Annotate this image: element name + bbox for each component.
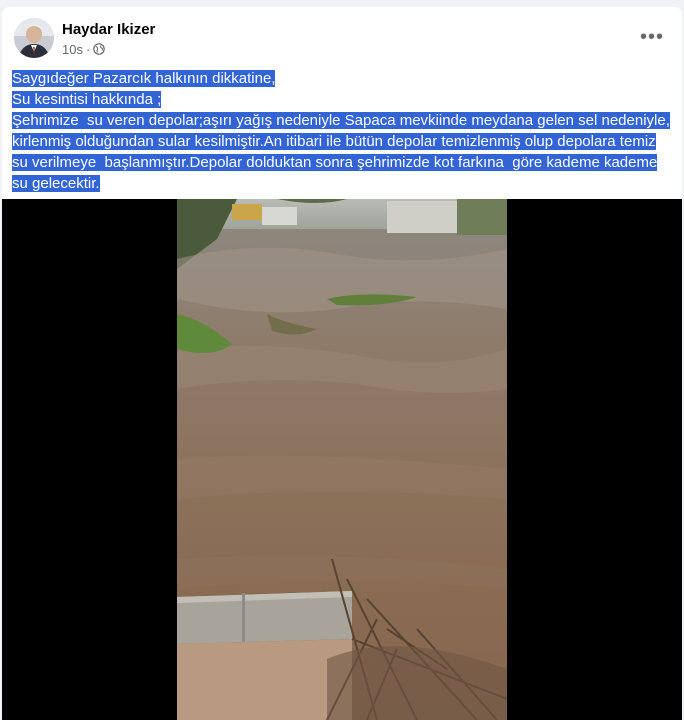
avatar-photo <box>14 18 54 58</box>
meta-separator: · <box>85 41 91 57</box>
post-text-line: su verilmeye başlanmıştır.Depolar dolduk… <box>12 154 658 171</box>
post-text-line: kirlenmiş olduğundan sular kesilmiştir.A… <box>12 133 656 150</box>
post-card: Haydar Ikizer 10s · ••• Saygıdeğer Pazar… <box>2 7 682 720</box>
post-text-line: Şehrimize su veren depolar;aşırı yağış n… <box>12 112 670 129</box>
globe-icon[interactable] <box>93 43 106 55</box>
more-options-button[interactable]: ••• <box>634 23 670 51</box>
author-avatar[interactable] <box>14 18 54 58</box>
video-player[interactable] <box>2 199 682 720</box>
author-name[interactable]: Haydar Ikizer <box>62 21 155 39</box>
post-header: Haydar Ikizer 10s · ••• <box>2 7 682 67</box>
post-text-line: Su kesintisi hakkında ; <box>12 91 162 108</box>
post-text-line: Saygıdeğer Pazarcık halkının dikkatine, <box>12 70 276 87</box>
more-horizontal-icon: ••• <box>639 25 664 48</box>
post-timestamp[interactable]: 10s <box>62 42 83 57</box>
post-meta: 10s · <box>62 41 106 57</box>
post-text-line: su gelecektir. <box>12 175 100 192</box>
video-frame <box>177 199 507 720</box>
post-text: Saygıdeğer Pazarcık halkının dikkatine, … <box>12 68 672 194</box>
